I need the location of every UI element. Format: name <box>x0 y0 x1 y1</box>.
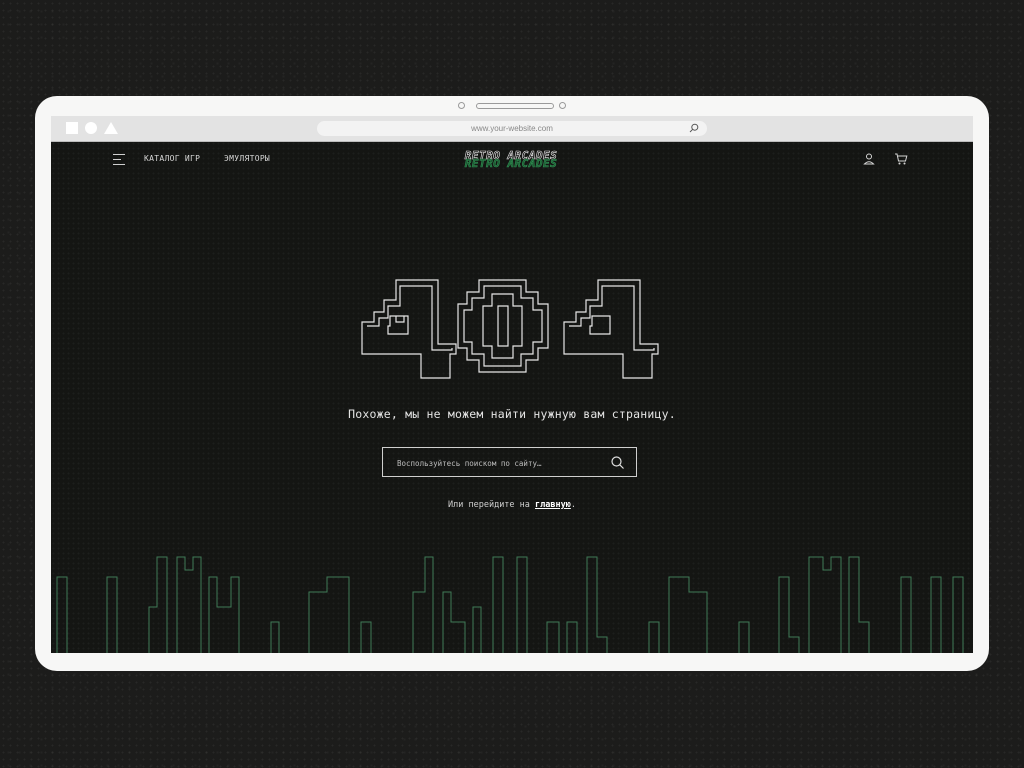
search-input[interactable] <box>395 455 604 471</box>
pixel-skyline <box>56 556 964 653</box>
square-icon <box>66 122 78 134</box>
cart-icon[interactable] <box>894 152 908 166</box>
url-text: www.your-website.com <box>471 124 553 133</box>
hamburger-icon[interactable] <box>113 154 125 165</box>
browser-bar: www.your-website.com <box>51 116 973 142</box>
speaker-slot <box>476 103 554 109</box>
url-field[interactable]: www.your-website.com <box>317 121 707 136</box>
circle-icon <box>85 122 97 134</box>
home-link-suffix: . <box>570 500 576 510</box>
home-link[interactable]: главную <box>535 500 571 510</box>
nav-link-catalog[interactable]: КАТАЛОГ ИГР <box>144 154 200 163</box>
error-404-graphic <box>361 279 659 379</box>
tablet-frame: www.your-website.com КАТАЛОГ ИГР ЭМУЛЯТО… <box>35 96 989 671</box>
search-icon[interactable] <box>610 455 625 470</box>
search-icon[interactable] <box>689 123 699 133</box>
logo-text-shadow: RETRO ARCADES <box>464 157 558 171</box>
screen: www.your-website.com КАТАЛОГ ИГР ЭМУЛЯТО… <box>51 116 973 653</box>
logo[interactable]: RETRO ARCADES RETRO ARCADES <box>449 147 573 175</box>
nav-link-emulators[interactable]: ЭМУЛЯТОРЫ <box>224 154 270 163</box>
user-icon[interactable] <box>862 152 876 166</box>
triangle-icon <box>104 122 118 134</box>
home-link-prefix: Или перейдите на <box>448 500 536 510</box>
site-search <box>382 447 637 477</box>
camera-dot <box>458 102 465 109</box>
error-message: Похоже, мы не можем найти нужную вам стр… <box>348 407 676 421</box>
home-link-line: Или перейдите на главную. <box>51 500 973 510</box>
sensor-dot <box>559 102 566 109</box>
site-header: КАТАЛОГ ИГР ЭМУЛЯТОРЫ RETRO ARCADES RETR… <box>51 141 973 179</box>
